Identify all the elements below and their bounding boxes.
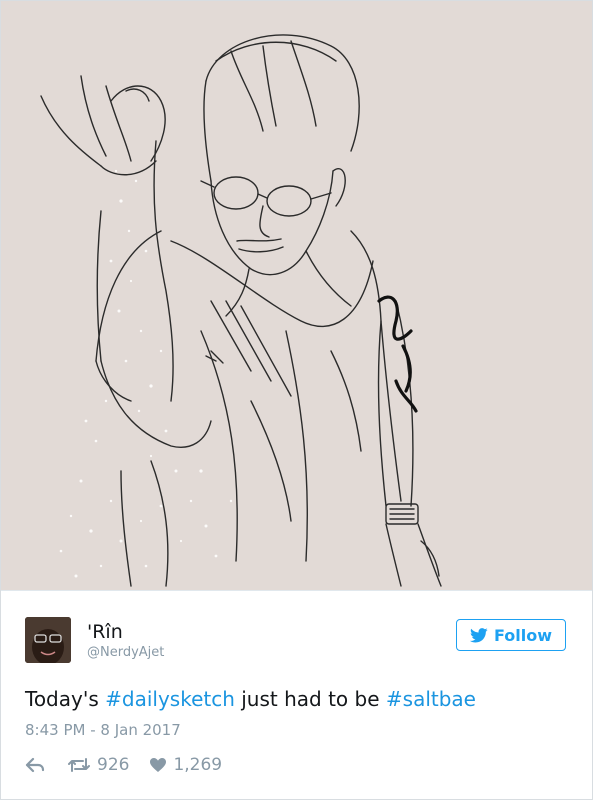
heart-icon bbox=[150, 758, 167, 772]
retweet-icon bbox=[68, 758, 90, 772]
like-button[interactable]: 1,269 bbox=[149, 755, 222, 775]
tweet-timestamp[interactable]: 8:43 PM - 8 Jan 2017 bbox=[25, 721, 181, 739]
hashtag-dailysketch[interactable]: #dailysketch bbox=[105, 687, 235, 711]
tweet-header: 'Rîn @NerdyAjet Follow bbox=[25, 617, 570, 667]
tweet-actions: 926 1,269 bbox=[25, 754, 222, 776]
retweet-button[interactable]: 926 bbox=[67, 755, 129, 775]
retweet-count: 926 bbox=[97, 755, 130, 775]
user-handle[interactable]: @NerdyAjet bbox=[87, 645, 164, 660]
like-count: 1,269 bbox=[173, 755, 223, 775]
follow-label: Follow bbox=[493, 625, 552, 645]
reply-icon bbox=[25, 757, 45, 773]
tweet-card: 'Rîn @NerdyAjet Follow Today's #dailyske… bbox=[0, 0, 593, 800]
bird-icon bbox=[469, 627, 488, 642]
avatar[interactable] bbox=[25, 617, 71, 663]
tweet-text-pre: Today's bbox=[25, 687, 106, 711]
tweet-text-mid: just had to be bbox=[234, 687, 386, 711]
tweet-text: Today's #dailysketch just had to be #sal… bbox=[25, 687, 476, 711]
follow-button[interactable]: Follow bbox=[456, 619, 566, 651]
avatar-image bbox=[25, 617, 71, 663]
hashtag-saltbae[interactable]: #saltbae bbox=[386, 687, 476, 711]
tweet-media-sketch[interactable] bbox=[1, 1, 592, 591]
reply-button[interactable] bbox=[25, 757, 45, 773]
display-name[interactable]: 'Rîn bbox=[87, 621, 123, 643]
sketch-illustration bbox=[40, 34, 442, 587]
